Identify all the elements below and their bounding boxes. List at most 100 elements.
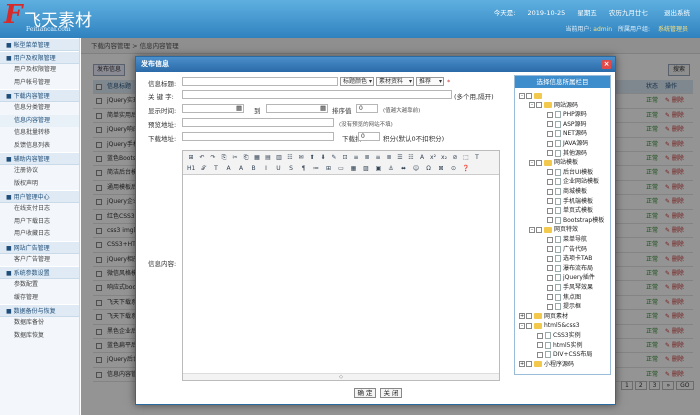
category-checkbox[interactable] [547, 121, 553, 128]
editor-tool-icon[interactable]: ⊘ [451, 154, 459, 162]
editor-tool-icon[interactable]: T [473, 154, 481, 162]
editor-tool-icon[interactable]: ▥ [275, 154, 283, 162]
category-node[interactable]: JAVA源码 [539, 139, 588, 148]
category-node[interactable]: 广告代码 [539, 245, 587, 254]
category-node[interactable]: 提示框 [539, 302, 581, 311]
category-checkbox[interactable] [547, 217, 553, 224]
category-node[interactable]: 其他源码 [539, 149, 587, 158]
sidebar-item[interactable]: 缓存管理 [0, 292, 79, 305]
category-checkbox[interactable] [547, 130, 553, 137]
editor-tool-icon[interactable]: ▣ [375, 165, 383, 173]
category-node[interactable]: 手风琴效果 [539, 283, 593, 292]
editor-tool-icon[interactable]: ⬚ [462, 154, 470, 162]
editor-tool-icon[interactable]: ⬆ [308, 154, 316, 162]
category-checkbox[interactable] [547, 111, 553, 118]
category-node[interactable]: 焦点图 [539, 293, 581, 302]
category-node[interactable]: - 网页特效 [529, 225, 578, 234]
category-node[interactable]: DIV+CSS布局 [529, 350, 592, 359]
editor-tool-icon[interactable]: ⊞ [187, 154, 195, 162]
category-node[interactable]: 后台UI模板 [539, 168, 593, 177]
editor-tool-icon[interactable]: ▤ [264, 154, 272, 162]
expand-toggle-icon[interactable]: - [529, 102, 535, 109]
expand-toggle-icon[interactable]: - [529, 159, 535, 166]
category-checkbox[interactable] [526, 361, 532, 368]
rich-text-editor[interactable]: ⊞ ↶ ↷ ⎘ ✂ ⎗ ▦ ▤ ▥ ☷ ✉ ⬆ ⬇ ✎ ⊡ ≡ ≣ ≡ ≣ ☰ ☷ Ax² x₂ ⊘ ⬚ T H1 𝒯 T A A B I U S ¶… [182, 150, 500, 381]
category-checkbox[interactable] [547, 150, 553, 157]
editor-tool-icon[interactable]: ▨ [362, 165, 370, 173]
sidebar-group[interactable]: ■ 帐型菜单管理 [0, 38, 79, 51]
category-node[interactable]: NET源码 [539, 129, 587, 138]
sidebar-item[interactable]: 参数配置 [0, 279, 79, 292]
category-node[interactable]: + 小程序源码 [519, 360, 574, 369]
category-checkbox[interactable] [547, 236, 553, 243]
title-color-select[interactable]: 标题颜色 [340, 77, 374, 86]
sidebar-item[interactable]: 版权声明 [0, 178, 79, 191]
category-checkbox[interactable] [547, 246, 553, 253]
calendar-icon[interactable]: ▦ [236, 104, 242, 112]
download-input[interactable] [182, 132, 334, 141]
logout-link[interactable]: 退出系统 [664, 9, 690, 17]
editor-tool-icon[interactable]: A [225, 165, 233, 173]
category-node[interactable]: 商城模板 [539, 187, 587, 196]
editor-tool-icon[interactable]: A [418, 154, 426, 162]
category-checkbox[interactable] [547, 207, 553, 214]
editor-tool-icon[interactable]: ¶ [300, 165, 308, 173]
sidebar-item[interactable]: 信息批量转移 [0, 127, 79, 140]
editor-tool-icon[interactable]: ⎗ [242, 154, 250, 162]
confirm-button[interactable]: 确 定 [354, 388, 376, 398]
editor-tool-icon[interactable]: ⬌ [400, 165, 408, 173]
sidebar-item[interactable]: 信息内容管理 [0, 114, 79, 127]
editor-tool-icon[interactable]: ≣ [385, 154, 393, 162]
preview-input[interactable] [182, 118, 334, 127]
editor-tool-icon[interactable]: I [262, 165, 270, 173]
category-checkbox[interactable] [547, 255, 553, 262]
sort-input[interactable]: 0 [356, 104, 378, 113]
category-node[interactable]: CSS3实例 [529, 331, 581, 340]
category-node[interactable]: 选项卡TAB [539, 254, 592, 263]
sidebar-item[interactable]: 用户及权限管理 [0, 64, 79, 77]
username[interactable]: admin [593, 26, 612, 33]
category-checkbox[interactable] [537, 332, 543, 339]
category-checkbox[interactable] [547, 284, 553, 291]
editor-tool-icon[interactable]: ⎘ [220, 154, 228, 162]
editor-tool-icon[interactable]: ↶ [198, 154, 206, 162]
editor-tool-icon[interactable]: ✎ [330, 154, 338, 162]
editor-tool-icon[interactable]: ⊙ [450, 165, 458, 173]
editor-tool-icon[interactable]: Ω [425, 165, 433, 173]
editor-tool-icon[interactable]: ☷ [286, 154, 294, 162]
material-select[interactable]: 素材资料 [376, 77, 414, 86]
editor-tool-icon[interactable]: ☰ [396, 154, 404, 162]
category-checkbox[interactable] [547, 198, 553, 205]
editor-tool-icon[interactable]: ⊡ [341, 154, 349, 162]
expand-toggle-icon[interactable]: + [519, 313, 525, 320]
start-date-input[interactable] [182, 104, 244, 113]
editor-tool-icon[interactable]: ≣ [363, 154, 371, 162]
sidebar-group[interactable]: ■ 下载内容管理 [0, 89, 79, 102]
category-checkbox[interactable] [536, 159, 542, 166]
category-node[interactable]: ASP源码 [539, 120, 587, 129]
editor-tool-icon[interactable]: A [237, 165, 245, 173]
editor-tool-icon[interactable]: 𝒯 [200, 165, 208, 173]
sidebar-item[interactable]: 注册协议 [0, 165, 79, 178]
keyword-input[interactable] [182, 90, 452, 99]
category-checkbox[interactable] [547, 188, 553, 195]
category-node[interactable]: - html5&css3 [519, 321, 580, 330]
editor-tool-icon[interactable]: ▦ [253, 154, 261, 162]
category-checkbox[interactable] [536, 226, 542, 233]
sidebar-item[interactable]: 数据库恢复 [0, 330, 79, 343]
editor-tool-icon[interactable]: x₂ [440, 154, 448, 162]
category-node[interactable]: 企业网站模板 [539, 177, 599, 186]
editor-tool-icon[interactable]: ☷ [407, 154, 415, 162]
title-input[interactable] [182, 77, 338, 86]
expand-toggle-icon[interactable]: - [519, 92, 525, 99]
sidebar-group[interactable]: ■ 系统参数设置 [0, 266, 79, 279]
category-checkbox[interactable] [536, 102, 542, 109]
category-checkbox[interactable] [547, 169, 553, 176]
category-checkbox[interactable] [547, 265, 553, 272]
category-node[interactable]: - 网站源码 [529, 101, 578, 110]
editor-tool-icon[interactable]: T [212, 165, 220, 173]
editor-tool-icon[interactable]: U [275, 165, 283, 173]
category-checkbox[interactable] [547, 274, 553, 281]
sidebar-group[interactable]: ■ 网站广告管理 [0, 240, 79, 254]
category-checkbox[interactable] [547, 303, 553, 310]
